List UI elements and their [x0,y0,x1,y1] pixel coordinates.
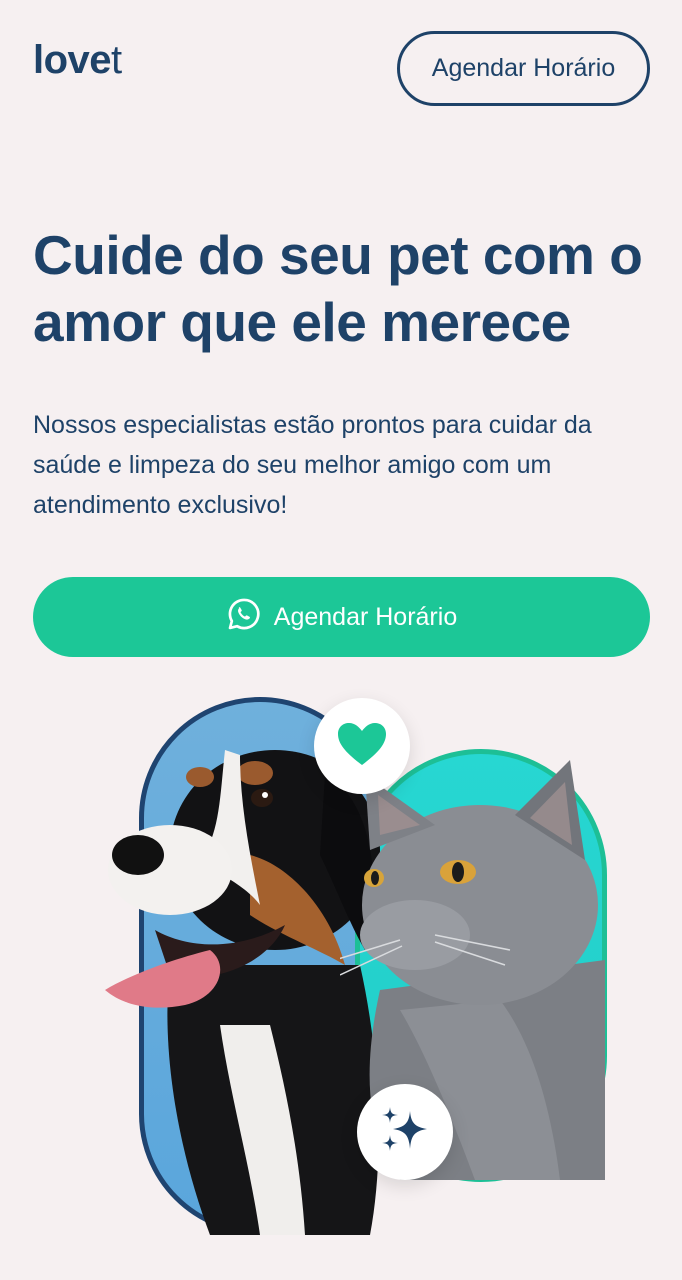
logo-bold-text: love [33,38,112,82]
sparkles-badge [357,1084,453,1180]
header-schedule-label: Agendar Horário [431,54,616,82]
heart-icon [336,721,388,772]
hero-subtext: Nossos especialistas estão prontos para … [33,411,592,519]
whatsapp-schedule-button[interactable]: Agendar Horário [33,577,650,657]
whatsapp-schedule-label: Agendar Horário [273,602,458,631]
heart-badge [314,698,410,794]
hero-headline: Cuide do seu pet com o amor que ele mere… [33,224,643,353]
whatsapp-icon [226,596,262,639]
logo-light-text: t [111,38,122,82]
header-schedule-button[interactable]: Agendar Horário [397,31,650,106]
sparkles-icon [378,1103,432,1162]
landing-page: lovet Agendar Horário Cuide do seu pet c… [0,0,682,1280]
logo[interactable]: lovet [33,40,122,80]
